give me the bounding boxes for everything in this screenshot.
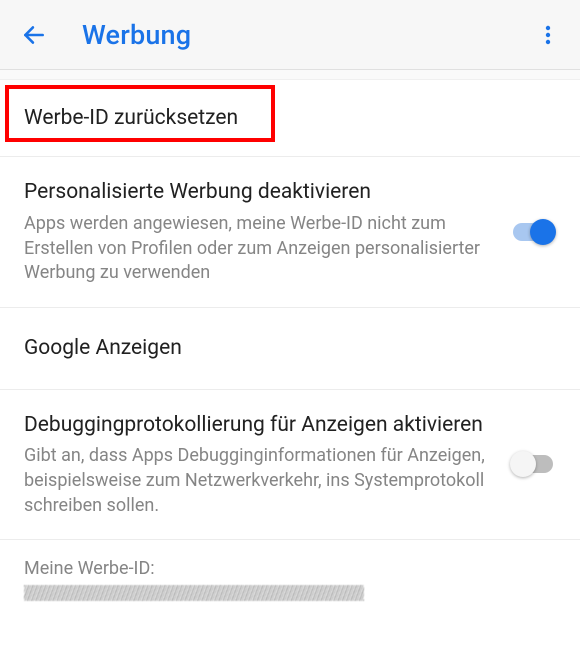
personalized-ads-toggle[interactable]: [510, 219, 556, 245]
page-title: Werbung: [82, 19, 191, 51]
divider: [0, 70, 580, 80]
google-ads-title: Google Anzeigen: [24, 334, 556, 362]
my-ad-id-value-redacted: [24, 585, 364, 601]
my-ad-id-section: Meine Werbe-ID:: [0, 540, 580, 611]
reset-ad-id-row[interactable]: Werbe-ID zurücksetzen: [0, 80, 580, 157]
debug-logging-toggle[interactable]: [510, 451, 556, 477]
back-icon[interactable]: [14, 15, 54, 55]
more-vert-icon[interactable]: [528, 15, 568, 55]
google-ads-row[interactable]: Google Anzeigen: [0, 308, 580, 389]
personalized-ads-desc: Apps werden angewiesen, meine Werbe-ID n…: [24, 212, 490, 286]
debug-logging-title: Debuggingprotokollierung für Anzeigen ak…: [24, 411, 490, 439]
my-ad-id-label: Meine Werbe-ID:: [24, 558, 556, 579]
debug-logging-desc: Gibt an, dass Apps Debugginginformatione…: [24, 444, 490, 518]
reset-ad-id-title: Werbe-ID zurücksetzen: [24, 104, 556, 132]
personalized-ads-row[interactable]: Personalisierte Werbung deaktivieren App…: [0, 157, 580, 308]
app-header: Werbung: [0, 0, 580, 70]
debug-logging-row[interactable]: Debuggingprotokollierung für Anzeigen ak…: [0, 390, 580, 541]
personalized-ads-title: Personalisierte Werbung deaktivieren: [24, 178, 490, 206]
